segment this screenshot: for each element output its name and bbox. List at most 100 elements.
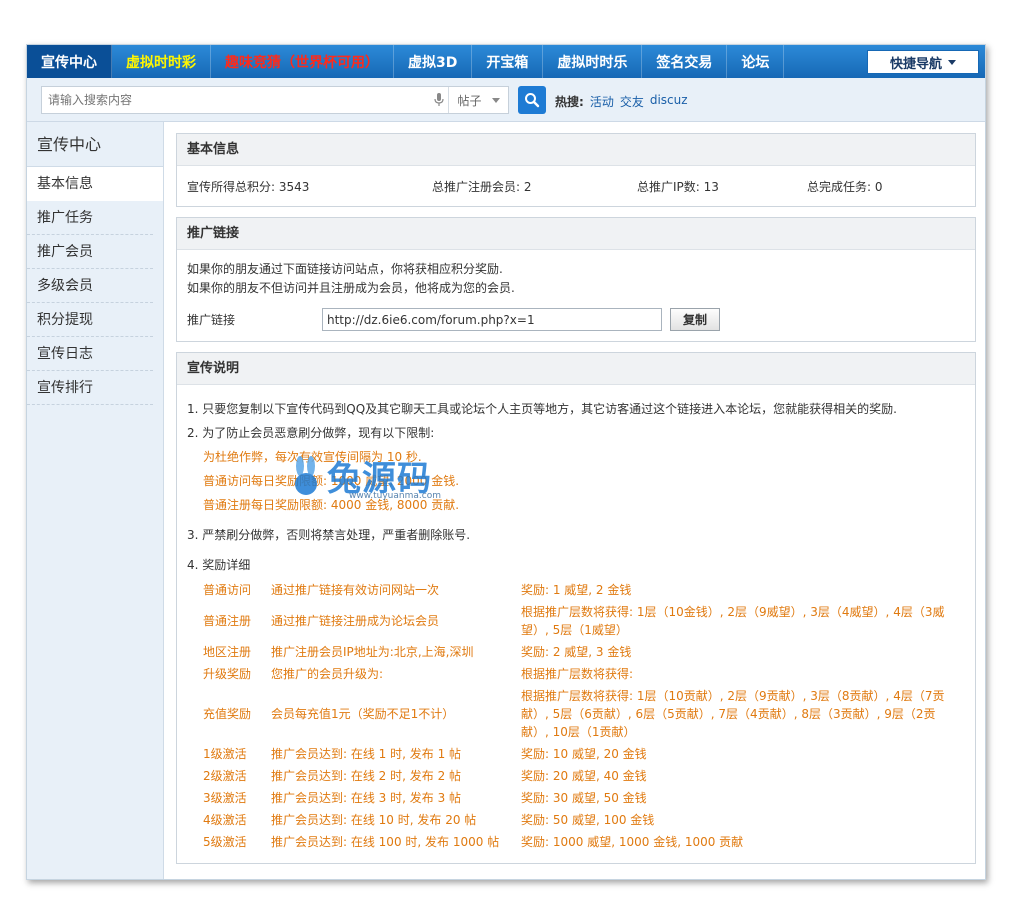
nav-virtual-3d[interactable]: 虚拟3D — [394, 45, 473, 78]
reward-type: 5级激活 — [203, 835, 247, 849]
main-content: 基本信息 宣传所得总积分: 3543 总推广注册会员: 2 总推广IP数: 13… — [176, 133, 976, 874]
nav-forum[interactable]: 论坛 — [727, 45, 785, 78]
search-type-select[interactable]: 帖子 — [448, 87, 508, 113]
sidebar-item-ranking[interactable]: 宣传排行 — [27, 371, 153, 405]
search-input[interactable] — [42, 87, 430, 113]
reward-value: 根据推广层数将获得: — [521, 667, 634, 681]
reward-condition: 推广会员达到: 在线 10 时, 发布 20 帖 — [271, 813, 477, 827]
table-row: 普通访问 通过推广链接有效访问网站一次 奖励: 1 威望, 2 金钱 — [203, 579, 961, 601]
total-points: 宣传所得总积分: 3543 — [187, 179, 310, 194]
reward-type: 地区注册 — [203, 645, 252, 659]
panel-title: 宣传说明 — [177, 353, 975, 385]
reward-type: 1级激活 — [203, 747, 247, 761]
reward-type: 充值奖励 — [203, 707, 252, 721]
stats-row: 宣传所得总积分: 3543 总推广注册会员: 2 总推广IP数: 13 总完成任… — [177, 166, 975, 206]
panel-title: 推广链接 — [177, 218, 975, 250]
total-tasks: 总完成任务: 0 — [807, 179, 883, 194]
panel-title: 基本信息 — [177, 134, 975, 166]
rabbit-logo-icon — [295, 455, 317, 495]
table-row: 4级激活 推广会员达到: 在线 10 时, 发布 20 帖 奖励: 50 威望, 1… — [203, 809, 961, 831]
link-row: 推广链接 复制 — [177, 298, 975, 341]
reward-value: 奖励: 10 威望, 20 金钱 — [521, 747, 647, 761]
table-row: 3级激活 推广会员达到: 在线 3 时, 发布 3 帖 奖励: 30 威望, 50 … — [203, 787, 961, 809]
total-members: 总推广注册会员: 2 — [432, 179, 532, 194]
sidebar-item-multilevel[interactable]: 多级会员 — [27, 269, 153, 303]
sidebar-item-log[interactable]: 宣传日志 — [27, 337, 153, 371]
chevron-down-icon — [948, 59, 956, 65]
description-panel: 宣传说明 1. 只要您复制以下宣传代码到QQ及其它聊天工具或论坛个人主页等地方，… — [176, 352, 976, 864]
reward-type: 普通注册 — [203, 614, 252, 628]
search-icon — [525, 93, 540, 108]
nav-fun-quiz[interactable]: 趣味竞猜（世界杯可用） — [211, 45, 394, 78]
hot-search: 热搜: 活动 交友 discuz — [555, 93, 688, 110]
hot-link-activity[interactable]: 活动 — [590, 93, 614, 110]
search-bar: 帖子 热搜: 活动 交友 discuz — [27, 78, 985, 122]
search-button[interactable] — [518, 86, 546, 114]
link-label: 推广链接 — [187, 313, 236, 327]
sidebar-item-members[interactable]: 推广会员 — [27, 235, 153, 269]
reward-condition: 推广注册会员IP地址为:北京,上海,深圳 — [271, 645, 474, 659]
nav-treasure-box[interactable]: 开宝箱 — [472, 45, 544, 78]
search-type-label: 帖子 — [457, 93, 482, 108]
reward-condition: 推广会员达到: 在线 100 时, 发布 1000 帖 — [271, 835, 500, 849]
intro-line: 如果你的朋友通过下面链接访问站点，你将获相应积分奖励. — [187, 262, 503, 276]
sidebar: 宣传中心 基本信息 推广任务 推广会员 多级会员 积分提现 宣传日志 宣传排行 — [27, 122, 164, 879]
nav-promotion-center[interactable]: 宣传中心 — [27, 45, 112, 78]
table-row: 1级激活 推广会员达到: 在线 1 时, 发布 1 帖 奖励: 10 威望, 20 … — [203, 743, 961, 765]
reward-type: 升级奖励 — [203, 667, 252, 681]
hot-link-friends[interactable]: 交友 — [620, 93, 644, 110]
reward-condition: 通过推广链接注册成为论坛会员 — [271, 614, 440, 628]
reward-condition: 推广会员达到: 在线 1 时, 发布 1 帖 — [271, 747, 462, 761]
reward-value: 根据推广层数将获得: 1层（10金钱）, 2层（9威望）, 3层（4威望）, 4… — [521, 605, 945, 637]
rewards-table: 普通访问 通过推广链接有效访问网站一次 奖励: 1 威望, 2 金钱普通注册 通过推广… — [203, 579, 961, 853]
reward-type: 3级激活 — [203, 791, 247, 805]
hot-search-label: 热搜: — [555, 95, 584, 109]
reward-value: 奖励: 20 威望, 40 金钱 — [521, 769, 647, 783]
table-row: 2级激活 推广会员达到: 在线 2 时, 发布 2 帖 奖励: 20 威望, 40 … — [203, 765, 961, 787]
top-nav: 宣传中心 虚拟时时彩 趣味竞猜（世界杯可用） 虚拟3D 开宝箱 虚拟时时乐 签名… — [27, 45, 985, 78]
microphone-icon[interactable] — [430, 91, 448, 109]
sidebar-item-basic-info[interactable]: 基本信息 — [27, 167, 163, 201]
reward-value: 奖励: 2 威望, 3 金钱 — [521, 645, 632, 659]
reward-type: 普通访问 — [203, 583, 252, 597]
nav-signature-trade[interactable]: 签名交易 — [642, 45, 728, 78]
copy-button[interactable]: 复制 — [670, 308, 720, 331]
nav-virtual-lottery[interactable]: 虚拟时时彩 — [112, 45, 211, 78]
total-ip: 总推广IP数: 13 — [637, 179, 719, 194]
reward-condition: 您推广的会员升级为: — [271, 667, 384, 681]
rule-1: 1. 只要您复制以下宣传代码到QQ及其它聊天工具或论坛个人主页等地方，其它访客通… — [187, 402, 897, 416]
table-row: 5级激活 推广会员达到: 在线 100 时, 发布 1000 帖 奖励: 1000 … — [203, 831, 961, 853]
browser-frame: 宣传中心 虚拟时时彩 趣味竞猜（世界杯可用） 虚拟3D 开宝箱 虚拟时时乐 签名… — [26, 44, 986, 880]
table-row: 升级奖励 您推广的会员升级为: 根据推广层数将获得: — [203, 663, 961, 685]
sidebar-item-withdraw[interactable]: 积分提现 — [27, 303, 153, 337]
rule-4: 4. 奖励详细 — [187, 558, 251, 572]
watermark: 兔源码 www.tuyuanma.com — [289, 451, 441, 501]
reward-value: 根据推广层数将获得: 1层（10贡献）, 2层（9贡献）, 3层（8贡献）, 4… — [521, 689, 945, 739]
promo-link-panel: 推广链接 如果你的朋友通过下面链接访问站点，你将获相应积分奖励. 如果你的朋友不… — [176, 217, 976, 342]
reward-value: 奖励: 30 威望, 50 金钱 — [521, 791, 647, 805]
quick-nav-label: 快捷导航 — [889, 56, 942, 72]
reward-type: 2级激活 — [203, 769, 247, 783]
reward-condition: 推广会员达到: 在线 2 时, 发布 2 帖 — [271, 769, 462, 783]
table-row: 普通注册 通过推广链接注册成为论坛会员 根据推广层数将获得: 1层（10金钱）, 2… — [203, 601, 961, 641]
rule-2: 2. 为了防止会员恶意刷分做弊，现有以下限制: — [187, 426, 435, 440]
watermark-url: www.tuyuanma.com — [349, 491, 441, 501]
rule-3: 3. 严禁刷分做弊，否则将禁言处理，严重者删除账号. — [187, 528, 471, 542]
promo-intro: 如果你的朋友通过下面链接访问站点，你将获相应积分奖励. 如果你的朋友不但访问并且… — [177, 250, 975, 298]
sidebar-item-tasks[interactable]: 推广任务 — [27, 201, 153, 235]
reward-condition: 通过推广链接有效访问网站一次 — [271, 583, 440, 597]
table-row: 地区注册 推广注册会员IP地址为:北京,上海,深圳 奖励: 2 威望, 3 金钱 — [203, 641, 961, 663]
reward-type: 4级激活 — [203, 813, 247, 827]
basic-info-panel: 基本信息 宣传所得总积分: 3543 总推广注册会员: 2 总推广IP数: 13… — [176, 133, 976, 207]
promo-link-input[interactable] — [322, 308, 662, 331]
hot-link-discuz[interactable]: discuz — [650, 93, 688, 110]
nav-virtual-fun[interactable]: 虚拟时时乐 — [543, 45, 643, 78]
reward-value: 奖励: 1000 威望, 1000 金钱, 1000 贡献 — [521, 835, 744, 849]
reward-value: 奖励: 50 威望, 100 金钱 — [521, 813, 655, 827]
reward-condition: 推广会员达到: 在线 3 时, 发布 3 帖 — [271, 791, 462, 805]
table-row: 充值奖励 会员每充值1元（奖励不足1不计） 根据推广层数将获得: 1层（10贡献）,… — [203, 685, 961, 743]
reward-condition: 会员每充值1元（奖励不足1不计） — [271, 707, 455, 721]
reward-value: 奖励: 1 威望, 2 金钱 — [521, 583, 632, 597]
sidebar-title: 宣传中心 — [27, 122, 163, 167]
quick-nav-button[interactable]: 快捷导航 — [867, 50, 979, 74]
